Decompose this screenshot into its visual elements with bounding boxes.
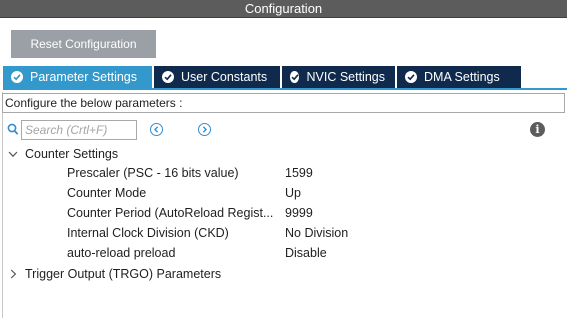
check-circle-icon [11, 71, 23, 83]
param-row[interactable]: Counter Mode Up [67, 183, 547, 203]
param-name: auto-reload preload [67, 246, 176, 260]
param-value[interactable]: 1599 [285, 163, 313, 183]
window-title: Configuration [0, 0, 567, 18]
tab-dma-settings[interactable]: DMA Settings [397, 66, 521, 88]
search-icon[interactable] [7, 123, 19, 139]
check-circle-icon [405, 71, 417, 83]
search-row: i [5, 119, 565, 141]
param-row[interactable]: Counter Period (AutoReload Regist... 999… [67, 203, 547, 223]
info-icon[interactable]: i [530, 122, 545, 137]
param-value[interactable]: Disable [285, 243, 327, 263]
tab-underline [3, 88, 567, 90]
check-circle-icon [162, 71, 174, 83]
param-value[interactable]: No Division [285, 223, 348, 243]
param-name: Counter Period (AutoReload Regist... [67, 206, 274, 220]
param-value[interactable]: Up [285, 183, 301, 203]
chevron-down-icon[interactable] [7, 148, 19, 160]
reset-configuration-button[interactable]: Reset Configuration [11, 30, 156, 58]
tab-user-constants[interactable]: User Constants [154, 66, 280, 88]
group-label: Counter Settings [25, 147, 119, 161]
check-circle-icon [290, 71, 300, 83]
search-input[interactable] [21, 120, 137, 140]
param-row[interactable]: auto-reload preload Disable [67, 243, 547, 263]
chevron-left-icon [154, 126, 159, 133]
group-trigger-output[interactable]: Trigger Output (TRGO) Parameters [7, 264, 221, 284]
tab-parameter-settings[interactable]: Parameter Settings [3, 66, 152, 88]
param-row[interactable]: Internal Clock Division (CKD) No Divisio… [67, 223, 547, 243]
param-name: Prescaler (PSC - 16 bits value) [67, 166, 239, 180]
chevron-right-icon [202, 126, 207, 133]
param-row[interactable]: Prescaler (PSC - 16 bits value) 1599 [67, 163, 547, 183]
chevron-right-icon[interactable] [7, 268, 19, 280]
group-counter-settings[interactable]: Counter Settings [7, 144, 118, 164]
search-previous-button[interactable] [150, 123, 163, 136]
param-name: Internal Clock Division (CKD) [67, 226, 229, 240]
tab-bar: Parameter Settings User Constants NVIC S… [3, 66, 523, 88]
param-name: Counter Mode [67, 186, 147, 200]
configure-header: Configure the below parameters : [2, 93, 565, 113]
tab-label: NVIC Settings [306, 70, 385, 84]
param-value[interactable]: 9999 [285, 203, 313, 223]
tab-label: Parameter Settings [30, 70, 137, 84]
group-label: Trigger Output (TRGO) Parameters [25, 267, 222, 281]
tab-nvic-settings[interactable]: NVIC Settings [282, 66, 395, 88]
search-next-button[interactable] [198, 123, 211, 136]
tab-label: DMA Settings [424, 70, 500, 84]
tab-label: User Constants [181, 70, 268, 84]
